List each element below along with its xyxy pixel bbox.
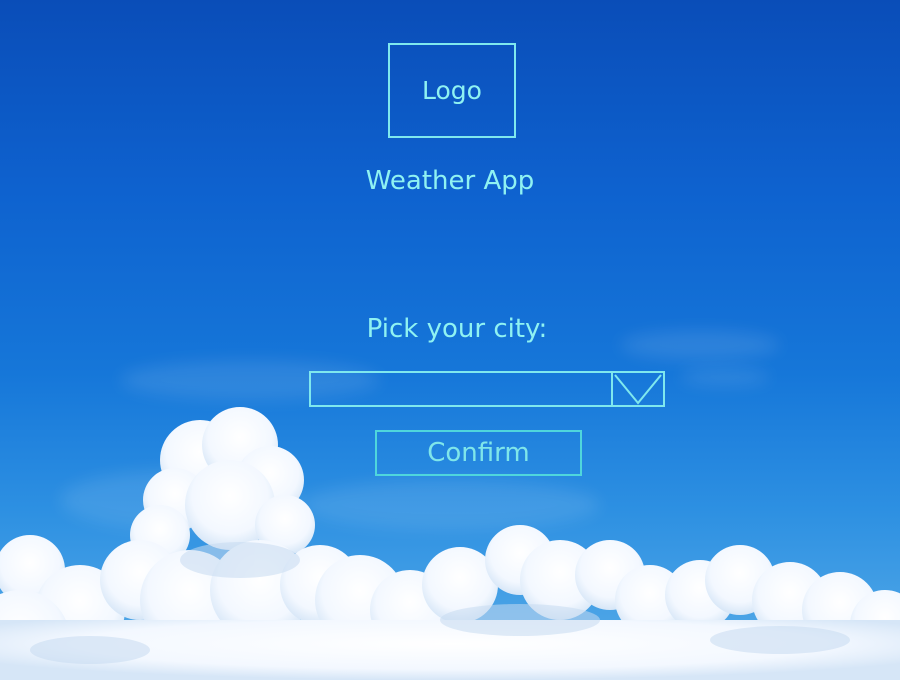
city-select[interactable] bbox=[309, 371, 665, 407]
confirm-button-label: Confirm bbox=[427, 438, 530, 468]
city-dropdown-button[interactable] bbox=[611, 371, 665, 407]
city-input[interactable] bbox=[311, 373, 613, 405]
city-picker-label: Pick your city: bbox=[366, 314, 548, 344]
app-title: Weather App bbox=[365, 166, 535, 196]
logo: Logo bbox=[388, 43, 516, 138]
confirm-button[interactable]: Confirm bbox=[375, 430, 582, 476]
logo-label: Logo bbox=[422, 76, 482, 105]
chevron-down-icon bbox=[614, 374, 662, 405]
